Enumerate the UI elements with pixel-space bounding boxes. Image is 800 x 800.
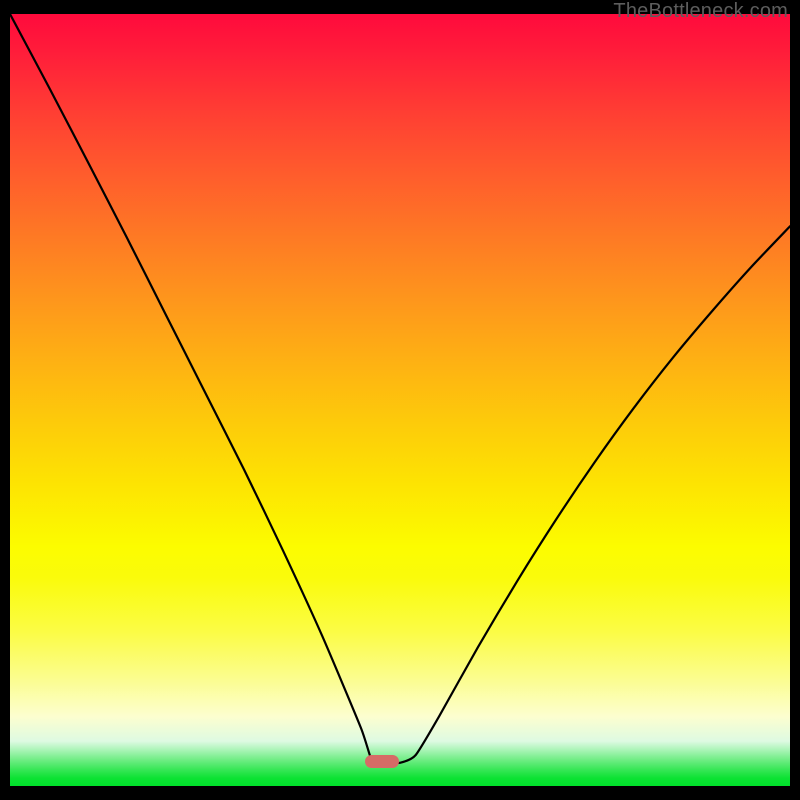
plot-area bbox=[10, 14, 790, 786]
chart-frame: TheBottleneck.com bbox=[0, 0, 800, 800]
optimal-marker bbox=[365, 755, 399, 768]
bottleneck-curve bbox=[10, 14, 790, 764]
watermark-text: TheBottleneck.com bbox=[613, 0, 788, 23]
curve-layer bbox=[10, 14, 790, 786]
